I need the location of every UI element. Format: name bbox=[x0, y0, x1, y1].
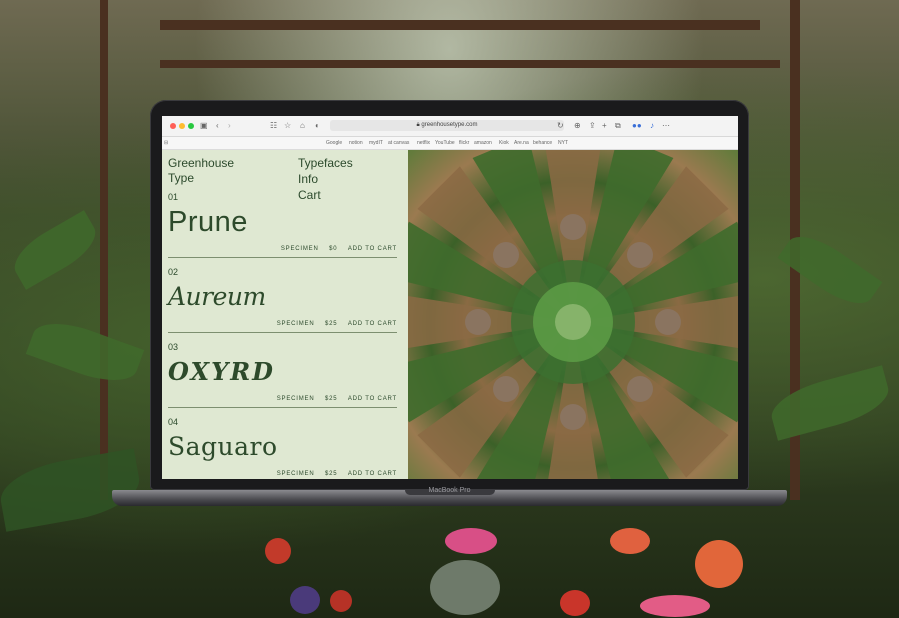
flower bbox=[560, 590, 590, 616]
device-label: MacBook Pro bbox=[428, 487, 471, 494]
font-price: $25 bbox=[324, 396, 338, 402]
flower bbox=[640, 595, 710, 617]
lock-icon: 🔒︎ bbox=[416, 122, 420, 128]
reload-icon[interactable]: ↻ bbox=[557, 120, 564, 132]
font-name[interactable]: Prune bbox=[168, 204, 248, 240]
bookmark-item[interactable]: at canvas bbox=[388, 137, 409, 149]
pillar bbox=[100, 0, 108, 500]
font-number: 03 bbox=[168, 342, 179, 352]
bookmark-item[interactable]: amazon bbox=[474, 137, 492, 149]
sidebar-toggle-icon[interactable]: ⊟ bbox=[164, 137, 168, 149]
brand-line: Type bbox=[168, 171, 195, 185]
stone-urn bbox=[430, 560, 500, 615]
bookmark-item[interactable]: Are.na bbox=[514, 137, 529, 149]
specimen-link[interactable]: SPECIMEN bbox=[277, 321, 315, 327]
nav-cart[interactable]: Cart bbox=[298, 188, 321, 203]
leaf bbox=[6, 210, 104, 290]
nav-typefaces[interactable]: Typefaces bbox=[298, 156, 353, 171]
bookmark-item[interactable]: mydIT bbox=[369, 137, 383, 149]
bookmark-item[interactable]: Kiok bbox=[499, 137, 509, 149]
bookmarks-bar: ⊟ Google notion mydIT at canvas netflix … bbox=[162, 137, 738, 150]
star-icon[interactable]: ☆ bbox=[284, 120, 291, 132]
leaf bbox=[25, 312, 145, 392]
bookmark-item[interactable]: YouTube bbox=[435, 137, 455, 149]
add-to-cart-button[interactable]: ADD TO CART bbox=[348, 471, 397, 477]
tabs-icon[interactable]: ⧉ bbox=[615, 120, 621, 132]
font-name[interactable]: OXYRD bbox=[168, 354, 275, 390]
bookmark-item[interactable]: notion bbox=[349, 137, 363, 149]
music-extension-icon[interactable]: ♪ bbox=[650, 120, 654, 132]
web-page: Greenhouse Type Typefaces Info Cart 01 P… bbox=[162, 150, 738, 479]
font-price: $25 bbox=[324, 471, 338, 477]
typeface-list-panel: Greenhouse Type Typefaces Info Cart 01 P… bbox=[162, 150, 408, 479]
add-to-cart-button[interactable]: ADD TO CART bbox=[348, 246, 397, 252]
extension-icon[interactable]: ●● bbox=[632, 120, 642, 132]
back-icon[interactable]: ‹ bbox=[216, 120, 219, 132]
bookmark-item[interactable]: flickr bbox=[459, 137, 469, 149]
sidebar-icon[interactable]: ▣ bbox=[200, 120, 208, 132]
flower bbox=[610, 528, 650, 554]
address-bar[interactable]: 🔒︎ greenhousetype.com bbox=[330, 120, 564, 131]
font-actions: SPECIMEN $0 ADD TO CART bbox=[273, 246, 397, 252]
kaleidoscope-graphic bbox=[408, 150, 738, 479]
divider bbox=[168, 332, 397, 333]
font-price: $0 bbox=[329, 246, 338, 252]
divider bbox=[168, 257, 397, 258]
font-name[interactable]: Aureum bbox=[168, 279, 266, 315]
flower bbox=[695, 540, 743, 588]
font-actions: SPECIMEN $25 ADD TO CART bbox=[269, 396, 397, 402]
specimen-link[interactable]: SPECIMEN bbox=[277, 471, 315, 477]
close-window-button[interactable] bbox=[170, 123, 176, 129]
url-text: greenhousetype.com bbox=[421, 122, 478, 128]
font-actions: SPECIMEN $25 ADD TO CART bbox=[269, 321, 397, 327]
font-actions: SPECIMEN $25 ADD TO CART bbox=[269, 471, 397, 477]
bookmark-item[interactable]: netflix bbox=[417, 137, 430, 149]
roof-beam bbox=[160, 20, 760, 30]
shield-icon[interactable]: ◐ bbox=[315, 120, 320, 132]
site-logo[interactable]: Greenhouse Type bbox=[168, 156, 278, 186]
leaf bbox=[766, 365, 894, 441]
specimen-link[interactable]: SPECIMEN bbox=[277, 396, 315, 402]
share-icon[interactable]: ⇪ bbox=[589, 120, 596, 132]
font-number: 01 bbox=[168, 192, 179, 202]
bookmark-item[interactable]: behance bbox=[533, 137, 552, 149]
download-icon[interactable]: ⊕ bbox=[574, 120, 581, 132]
font-price: $25 bbox=[324, 321, 338, 327]
kaleidoscope-plant-image bbox=[408, 150, 738, 479]
flower bbox=[265, 538, 291, 564]
home-icon[interactable]: ⌂ bbox=[300, 120, 305, 132]
font-number: 04 bbox=[168, 417, 179, 427]
brand-line: Greenhouse bbox=[168, 156, 235, 170]
minimize-window-button[interactable] bbox=[179, 123, 185, 129]
browser-toolbar: ▣ ‹ › ☷ ☆ ⌂ ◐ 🔒︎ greenhousetype.com ↻ ⊕ … bbox=[162, 116, 738, 137]
grid-icon[interactable]: ☷ bbox=[270, 120, 277, 132]
roof-beam bbox=[160, 60, 780, 68]
zoom-window-button[interactable] bbox=[188, 123, 194, 129]
font-number: 02 bbox=[168, 267, 179, 277]
flower bbox=[290, 586, 320, 614]
more-icon[interactable]: ⋯ bbox=[662, 120, 670, 132]
kaleidoscope-center bbox=[555, 304, 591, 340]
divider bbox=[168, 407, 397, 408]
nav-info[interactable]: Info bbox=[298, 172, 318, 187]
forward-icon[interactable]: › bbox=[228, 120, 231, 132]
specimen-link[interactable]: SPECIMEN bbox=[281, 246, 319, 252]
bookmark-item[interactable]: Google bbox=[326, 137, 342, 149]
flower bbox=[445, 528, 497, 554]
add-to-cart-button[interactable]: ADD TO CART bbox=[348, 321, 397, 327]
new-tab-icon[interactable]: + bbox=[602, 120, 607, 132]
add-to-cart-button[interactable]: ADD TO CART bbox=[348, 396, 397, 402]
flower bbox=[330, 590, 352, 612]
font-name[interactable]: Saguaro bbox=[168, 429, 278, 465]
bookmark-item[interactable]: NYT bbox=[558, 137, 568, 149]
laptop-screen: ▣ ‹ › ☷ ☆ ⌂ ◐ 🔒︎ greenhousetype.com ↻ ⊕ … bbox=[162, 116, 738, 479]
